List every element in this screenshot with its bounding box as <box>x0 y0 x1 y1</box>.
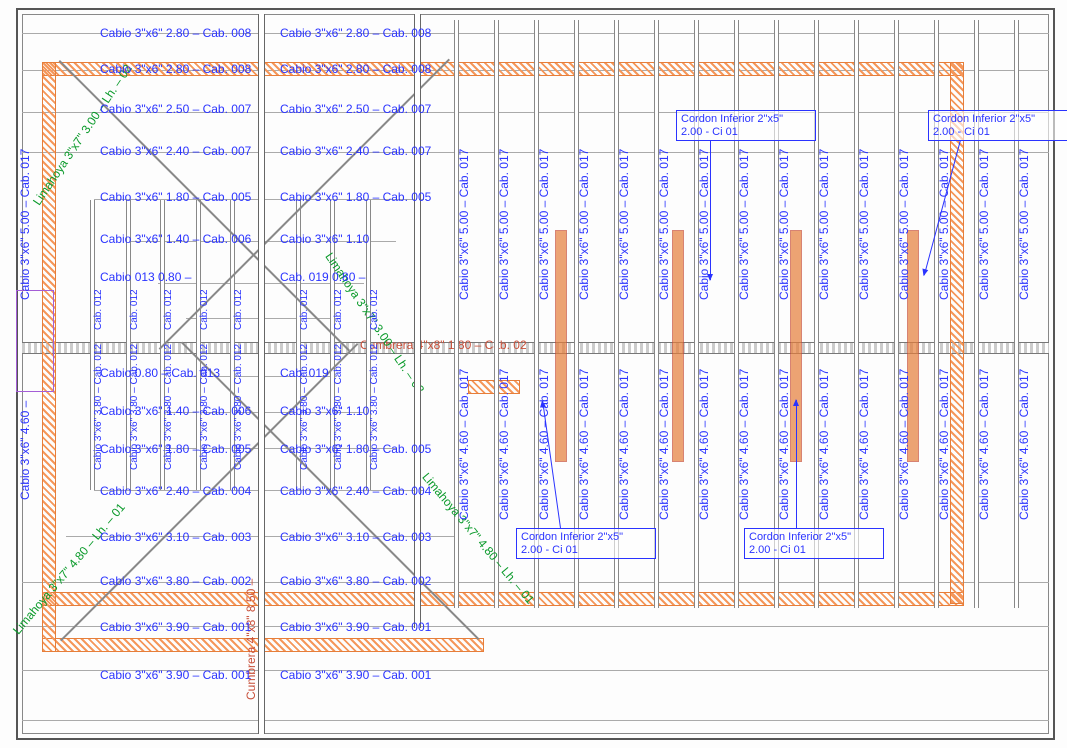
rafter-label: Cabio 3"x6" 2.40 – Cab. 007 <box>100 144 251 158</box>
leader-arrow <box>796 400 797 528</box>
callout-line1: Cordon Inferior 2"x5" <box>933 113 1035 125</box>
callout-line1: Cordon Inferior 2"x5" <box>681 113 783 125</box>
callout-line2: 2.00 - Ci 01 <box>521 544 578 556</box>
callout-line1: Cordon Inferior 2"x5" <box>521 531 623 543</box>
vertical-rafter-label: Cabio 3"x6" 4.60 – Cab. 017 <box>857 369 871 520</box>
callout-line2: 2.00 - Ci 01 <box>681 126 738 138</box>
rafter-label: Cabio 3"x6" 3.10 – Cab. 003 <box>100 530 251 544</box>
rafter-label: Cabio 3"x6" 3.90 – Cab. 001 <box>100 620 251 634</box>
vertical-rafter-label: Cabio 3"x6" 5.00 – Cab. 017 <box>1017 149 1031 300</box>
rafter-label: Cabio 3"x6" 3.10 – Cab. 003 <box>280 530 431 544</box>
vertical-rafter-label: Cabio 3"x6" 5.00 – Cab. 017 <box>897 149 911 300</box>
rafter-label: Cabio 3"x6" 3.90 – Cab. 001 <box>280 668 431 682</box>
vertical-rafter-label: Cabio 3"x6" 4.60 – Cab. 017 <box>737 369 751 520</box>
rafter-label: Cabio 3"x6" 1.80 – Cab. 005 <box>100 442 251 456</box>
rafter-label: Cabio 3"x6" 1.10 <box>280 404 369 418</box>
cordon-member <box>672 230 684 462</box>
vertical-rafter-label: Cabio 3"x6" 5.00 – Cab. 017 <box>937 149 951 300</box>
vertical-rafter-label: Cabio 3"x6" 3.80 – Cab. 012 <box>299 344 310 470</box>
wall-plate <box>42 592 964 606</box>
vertical-rafter-label: Cabio 3"x6" 4.60 – Cab. 017 <box>777 369 791 520</box>
vertical-rafter-label: Cabio 3"x6" 5.00 – Cab. 017 <box>737 149 751 300</box>
rafter-label: Cabio 3"x6" 1.40 – Cab. 006 <box>100 232 251 246</box>
cordon-callout: Cordon Inferior 2"x5" 2.00 - Ci 01 <box>744 528 884 559</box>
vertical-rafter-label: Cab. 012 <box>369 289 380 330</box>
vertical-rafter-label: Cabio 3"x6" 4.60 – Cab. 017 <box>697 369 711 520</box>
rafter-label: Cabio 3"x6" 3.90 – Cab. 001 <box>100 668 251 682</box>
vertical-rafter-label: Cabio 3"x6" 4.60 – Cab. 017 <box>897 369 911 520</box>
vertical-rafter-label: Cabio 3"x6" 5.00 – Cab. 017 <box>657 149 671 300</box>
rafter-label: Cabio 3"x6" 2.40 – Cab. 007 <box>280 144 431 158</box>
vertical-rafter-label: Cab. 012 <box>199 289 210 330</box>
rafter-label: Cabio 3"x6" 2.50 – Cab. 007 <box>280 102 431 116</box>
vertical-rafter-label: Cab. 012 <box>233 289 244 330</box>
vertical-rafter-label: Cabio 3"x6" 3.80 – Cab. 012 <box>129 344 140 470</box>
vertical-rafter-label: Cabio 3"x6" 3.80 – Cab. 012 <box>199 344 210 470</box>
drawing-canvas: Cumbrera 4"x8" 1.80 – Cab. 02 Limahoya 3… <box>0 0 1067 748</box>
vertical-rafter-label: Cabio 3"x6" 4.60 – Cab. 017 <box>457 369 471 520</box>
vertical-rafter-label: Cabio 3"x6" 4.60 – Cab. 017 <box>657 369 671 520</box>
callout-line2: 2.00 - Ci 01 <box>933 126 990 138</box>
vertical-rafter-label: Cabio 3"x6" 5.00 – Cab. 017 <box>697 149 711 300</box>
vertical-rafter-label: Cabio 3"x6" 4.60 – Cab. 017 <box>537 369 551 520</box>
vertical-rafter-label: Cabio 3"x6" 5.00 – Cab. 017 <box>817 149 831 300</box>
rafter-label: Cabio 3"x6" 2.40 – Cab. 004 <box>100 484 251 498</box>
left-vert-label: Cabio 3"x6" 5.00 – Cab. 017 <box>18 149 32 300</box>
rafter-label: Cab. 019 0.80 – <box>280 270 365 284</box>
cordon-callout: Cordon Inferior 2"x5" 2.00 - Ci 01 <box>516 528 656 559</box>
rafter-label: Cabio 3"x6" 2.50 – Cab. 007 <box>100 102 251 116</box>
vertical-rafter-label: Cab. 012 <box>93 289 104 330</box>
vertical-rafter-label: Cabio 3"x6" 5.00 – Cab. 017 <box>617 149 631 300</box>
cumbrera-vertical <box>258 14 265 734</box>
vertical-rafter-label: Cab. 012 <box>163 289 174 330</box>
cordon-callout: Cordon Inferior 2"x5" 2.00 - Ci 01 <box>676 110 816 141</box>
rafter-label: Cabio 3"x6" 1.10 <box>280 232 369 246</box>
rafter-label: Cabio 3"x6" 1.80 – Cab. 005 <box>100 190 251 204</box>
rafter-label: Cabio 3"x6" 1.80 – Cab. 005 <box>280 190 431 204</box>
rafter-label: Cabio 013 0.80 – <box>100 270 191 284</box>
rafter-label: Cabio 3"x6" 1.40 – Cab. 006 <box>100 404 251 418</box>
vertical-rafter-label: Cabio 3"x6" 4.60 – Cab. 017 <box>577 369 591 520</box>
vertical-rafter-label: Cabio 3"x6" 4.60 – Cab. 017 <box>1017 369 1031 520</box>
rafter-line <box>22 720 1049 721</box>
vertical-rafter-label: Cabio 3"x6" 5.00 – Cab. 017 <box>857 149 871 300</box>
right-plate <box>950 62 964 604</box>
vertical-rafter-label: Cabio 3"x6" 5.00 – Cab. 017 <box>977 149 991 300</box>
vertical-rafter-label: Cabio 3"x6" 3.80 – Cab. 012 <box>233 344 244 470</box>
rafter-label: Cabio 3"x6" 3.80 – Cab. 002 <box>280 574 431 588</box>
rafter-label: Cabio 3"x6" 3.80 – Cab. 002 <box>100 574 251 588</box>
vertical-rafter-label: Cabio 3"x6" 4.60 – Cab. 017 <box>617 369 631 520</box>
opening-outline <box>16 290 54 392</box>
rafter-label: Cabio 3"x6" 3.90 – Cab. 001 <box>280 620 431 634</box>
rafter-label: Cabio 3"x6" 2.80 – Cab. 008 <box>280 62 431 76</box>
left-vert-label: Cabio 3"x6" 4.60 – <box>18 401 32 500</box>
vertical-rafter-label: Cab. 012 <box>299 289 310 330</box>
rafter-label: Cabio 3"x6" 2.80 – Cab. 008 <box>100 26 251 40</box>
vertical-rafter-label: Cabio 3"x6" 3.80 – Cab. 012 <box>163 344 174 470</box>
callout-line2: 2.00 - Ci 01 <box>749 544 806 556</box>
rafter-label: Cabio 3"x6" 2.40 – Cab. 004 <box>280 484 431 498</box>
vertical-rafter-label: Cabio 3"x6" 4.60 – Cab. 017 <box>937 369 951 520</box>
vertical-rafter-label: Cabio 3"x6" 5.00 – Cab. 017 <box>497 149 511 300</box>
callout-line1: Cordon Inferior 2"x5" <box>749 531 851 543</box>
vertical-rafter-label: Cabio 3"x6" 5.00 – Cab. 017 <box>777 149 791 300</box>
vertical-rafter-label: Cabio 3"x6" 5.00 – Cab. 017 <box>577 149 591 300</box>
vertical-rafter-label: Cabio 3"x6" 3.80 – Cab. 012 <box>369 344 380 470</box>
cordon-member <box>555 230 567 462</box>
vertical-rafter-label: Cabio 3"x6" 5.00 – Cab. 017 <box>457 149 471 300</box>
vertical-rafter-label: Cabio 3"x6" 4.60 – Cab. 017 <box>977 369 991 520</box>
rafter-label: Cabio 3"x6" 2.80 – Cab. 008 <box>100 62 251 76</box>
cordon-callout: Cordon Inferior 2"x5" 2.00 - Ci 01 <box>928 110 1067 141</box>
vertical-rafter-label: Cab. 012 <box>333 289 344 330</box>
vertical-rafter-label: Cab. 012 <box>129 289 140 330</box>
vertical-rafter-label: Cabio 3"x6" 4.60 – Cab. 017 <box>817 369 831 520</box>
vertical-rafter-label: Cabio 3"x6" 5.00 – Cab. 017 <box>537 149 551 300</box>
vertical-rafter-label: Cabio 3"x6" 4.60 – Cab. 017 <box>497 369 511 520</box>
vertical-rafter-label: Cabio 3"x6" 3.80 – Cab. 012 <box>333 344 344 470</box>
vertical-rafter-label: Cabio 3"x6" 3.80 – Cab. 012 <box>93 344 104 470</box>
rafter-label: Cabio 3"x6" 2.80 – Cab. 008 <box>280 26 431 40</box>
